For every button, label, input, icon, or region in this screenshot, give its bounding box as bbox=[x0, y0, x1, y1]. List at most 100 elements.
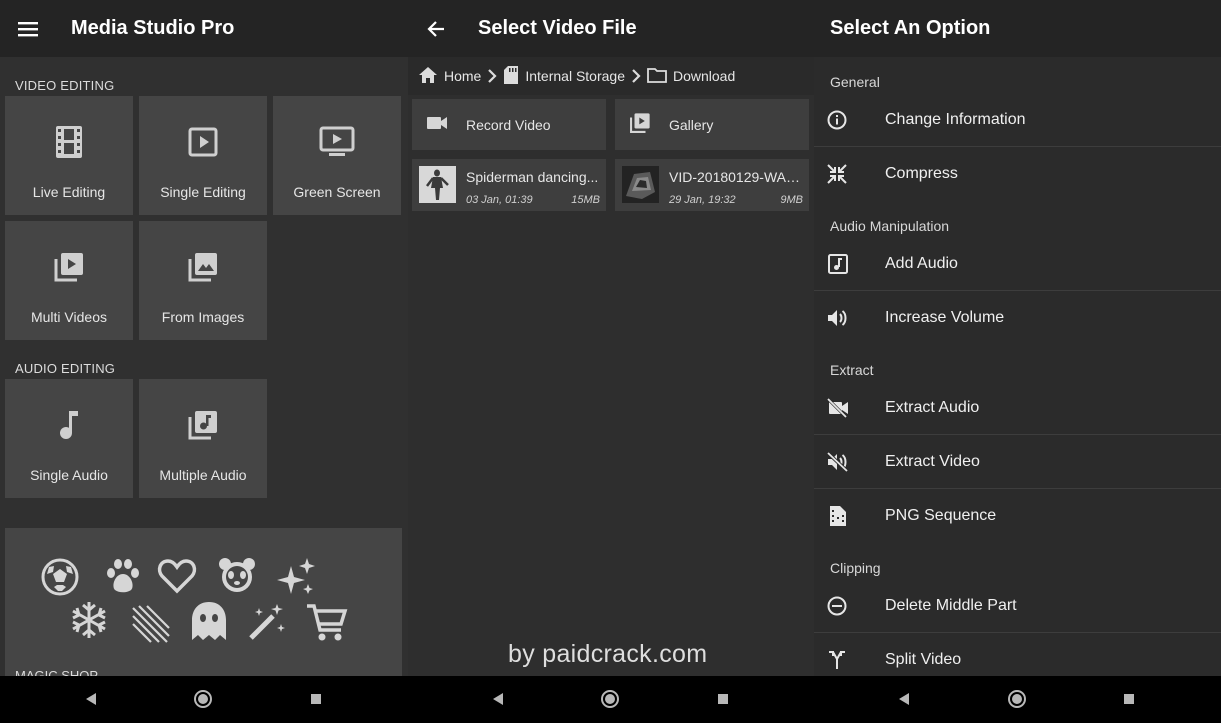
system-navigation-bar bbox=[0, 676, 1221, 723]
recents-square-icon[interactable] bbox=[305, 688, 327, 710]
sd-card-icon bbox=[503, 65, 519, 88]
tile-label: Single Audio bbox=[30, 467, 108, 483]
heart-icon bbox=[157, 558, 197, 599]
back-triangle-icon[interactable] bbox=[487, 688, 509, 710]
home-circle-icon[interactable] bbox=[599, 688, 621, 710]
option-increase-volume[interactable]: Increase Volume bbox=[814, 291, 1221, 345]
tile-green-screen[interactable]: Green Screen bbox=[273, 96, 401, 215]
paw-icon bbox=[103, 558, 143, 599]
play-box-icon bbox=[188, 96, 218, 184]
recents-square-icon[interactable] bbox=[712, 688, 734, 710]
file-list: Spiderman dancing... 03 Jan, 01:39 15MB … bbox=[408, 150, 814, 211]
option-label: Extract Video bbox=[885, 452, 980, 470]
tile-label: Multi Videos bbox=[30, 309, 107, 325]
option-label: Compress bbox=[885, 165, 958, 182]
option-label: PNG Sequence bbox=[885, 507, 997, 524]
audio-file-icon bbox=[814, 253, 885, 275]
option-change-information[interactable]: Change Information bbox=[814, 93, 1221, 147]
music-library-icon bbox=[187, 379, 219, 467]
breadcrumb-label: Internal Storage bbox=[525, 68, 625, 84]
app-title: Media Studio Pro bbox=[71, 17, 235, 39]
group-label-extract: Extract bbox=[830, 362, 874, 378]
gallery-button[interactable]: Gallery bbox=[615, 99, 809, 150]
file-name: Spiderman dancing... bbox=[466, 169, 599, 185]
breadcrumb-internal-storage[interactable]: Internal Storage bbox=[503, 65, 625, 88]
option-label: Extract Audio bbox=[885, 398, 980, 416]
breadcrumb-download[interactable]: Download bbox=[647, 67, 735, 86]
tile-multi-videos[interactable]: Multi Videos bbox=[5, 221, 133, 340]
soccer-ball-icon bbox=[41, 558, 79, 601]
option-add-audio[interactable]: Add Audio bbox=[814, 237, 1221, 291]
file-item[interactable]: Spiderman dancing... 03 Jan, 01:39 15MB bbox=[412, 159, 606, 211]
group-label-general: General bbox=[830, 74, 880, 90]
file-date: 29 Jan, 19:32 bbox=[669, 194, 736, 206]
remove-circle-icon bbox=[814, 596, 885, 616]
option-png-sequence[interactable]: PNG Sequence bbox=[814, 489, 1221, 543]
videocam-icon bbox=[426, 115, 448, 134]
tile-single-audio[interactable]: Single Audio bbox=[5, 379, 133, 498]
magic-shop-label: MAGIC SHOP bbox=[15, 668, 99, 676]
file-item[interactable]: VID-20180129-WA0... 29 Jan, 19:32 9MB bbox=[615, 159, 809, 211]
option-label: Increase Volume bbox=[885, 309, 1005, 326]
select-video-pane: Select Video File Home Internal Storage … bbox=[408, 0, 814, 676]
file-date: 03 Jan, 01:39 bbox=[466, 194, 533, 206]
video-library-icon bbox=[53, 221, 85, 309]
compress-icon bbox=[814, 164, 885, 184]
record-video-button[interactable]: Record Video bbox=[412, 99, 606, 150]
group-label-audio-manipulation: Audio Manipulation bbox=[830, 218, 950, 234]
chevron-right-icon bbox=[631, 69, 641, 83]
breadcrumb: Home Internal Storage Download bbox=[408, 57, 814, 95]
group-label-clipping: Clipping bbox=[830, 560, 881, 576]
page-title: Select An Option bbox=[830, 17, 991, 39]
tile-single-editing[interactable]: Single Editing bbox=[139, 96, 267, 215]
home-circle-icon[interactable] bbox=[192, 688, 214, 710]
tile-live-editing[interactable]: Live Editing bbox=[5, 96, 133, 215]
back-triangle-icon[interactable] bbox=[80, 688, 102, 710]
recents-square-icon[interactable] bbox=[1118, 688, 1140, 710]
video-tiles: Live Editing Single Editing Green Screen… bbox=[0, 96, 408, 340]
button-label: Gallery bbox=[669, 116, 714, 133]
panda-icon bbox=[217, 556, 257, 599]
menu-icon[interactable] bbox=[0, 0, 56, 57]
tile-multiple-audio[interactable]: Multiple Audio bbox=[139, 379, 267, 498]
option-extract-video[interactable]: Extract Video bbox=[814, 435, 1221, 489]
select-option-pane: Select An Option General Change Informat… bbox=[814, 0, 1221, 676]
option-split-video[interactable]: Split Video bbox=[814, 633, 1221, 676]
back-triangle-icon[interactable] bbox=[893, 688, 915, 710]
watermark-text: by paidcrack.com bbox=[508, 640, 708, 668]
audio-editing-label: AUDIO EDITING bbox=[15, 361, 116, 376]
option-label: Split Video bbox=[885, 651, 962, 668]
option-compress[interactable]: Compress bbox=[814, 147, 1221, 201]
home-app-bar: Media Studio Pro bbox=[0, 0, 408, 57]
option-extract-audio[interactable]: Extract Audio bbox=[814, 381, 1221, 435]
breadcrumb-home[interactable]: Home bbox=[418, 66, 481, 87]
ghost-icon bbox=[189, 600, 229, 647]
music-note-icon bbox=[57, 379, 81, 467]
tile-label: Live Editing bbox=[32, 184, 106, 200]
magic-shop-panel[interactable]: MAGIC SHOP bbox=[5, 528, 402, 676]
tile-label: Multiple Audio bbox=[159, 467, 247, 483]
option-delete-middle-part[interactable]: Delete Middle Part bbox=[814, 579, 1221, 633]
magic-wand-icon bbox=[247, 602, 287, 647]
image-sequence-icon bbox=[814, 505, 885, 527]
breadcrumb-label: Home bbox=[444, 68, 482, 84]
info-icon bbox=[814, 110, 885, 130]
volume-off-icon bbox=[814, 451, 885, 472]
breadcrumb-label: Download bbox=[672, 68, 736, 84]
tile-label: Green Screen bbox=[293, 184, 381, 200]
cart-icon bbox=[305, 602, 349, 647]
file-size: 9MB bbox=[780, 194, 803, 206]
options-app-bar: Select An Option bbox=[814, 0, 1221, 57]
back-arrow-icon[interactable] bbox=[408, 0, 464, 57]
select-video-app-bar: Select Video File bbox=[408, 0, 814, 57]
tile-from-images[interactable]: From Images bbox=[139, 221, 267, 340]
file-size: 15MB bbox=[571, 194, 600, 206]
tile-label: From Images bbox=[161, 309, 245, 325]
chevron-right-icon bbox=[487, 69, 497, 83]
split-icon bbox=[814, 650, 885, 670]
option-label: Change Information bbox=[885, 110, 1026, 128]
home-circle-icon[interactable] bbox=[1006, 688, 1028, 710]
button-label: Record Video bbox=[466, 116, 551, 133]
video-editing-label: VIDEO EDITING bbox=[15, 78, 115, 93]
media-studio-home-pane: Media Studio Pro VIDEO EDITING Live Edit… bbox=[0, 0, 408, 676]
